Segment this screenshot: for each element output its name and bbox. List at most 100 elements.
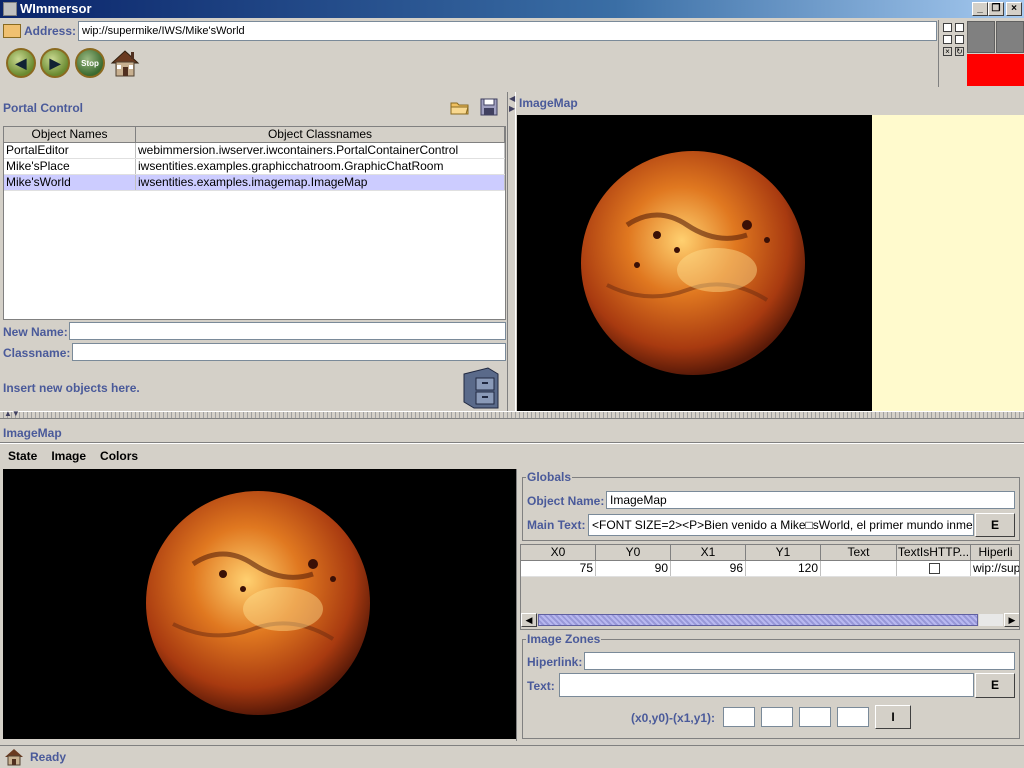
save-icon[interactable] xyxy=(480,98,498,116)
zone-is-http-cell[interactable] xyxy=(897,561,971,576)
layout-close-icon[interactable]: × xyxy=(943,47,952,56)
main-text-edit-button[interactable]: E xyxy=(975,513,1015,537)
column-header[interactable]: Text xyxy=(821,545,897,560)
menu-image[interactable]: Image xyxy=(45,446,94,466)
table-row[interactable]: PortalEditor webimmersion.iwserver.iwcon… xyxy=(4,143,505,159)
y0-input[interactable] xyxy=(761,707,793,727)
classname-label: Classname: xyxy=(3,346,71,360)
y1-input[interactable] xyxy=(837,707,869,727)
object-classname-cell[interactable]: iwsentities.examples.imagemap.ImageMap xyxy=(136,175,505,190)
column-header[interactable]: X1 xyxy=(671,545,746,560)
editor-menubar: State Image Colors xyxy=(2,446,146,466)
table-row-selected[interactable]: Mike'sWorld iwsentities.examples.imagema… xyxy=(4,175,505,191)
preview-area xyxy=(517,115,1024,411)
preview-title: ImageMap xyxy=(519,96,578,110)
column-header[interactable]: Object Names xyxy=(4,127,136,142)
image-zones-legend: Image Zones xyxy=(526,632,602,646)
object-name-cell[interactable]: Mike'sPlace xyxy=(4,159,136,174)
zone-text-label: Text: xyxy=(527,679,555,693)
classname-input[interactable] xyxy=(72,343,506,361)
scroll-right-icon[interactable]: ▶ xyxy=(1004,613,1019,627)
column-header[interactable]: Y1 xyxy=(746,545,821,560)
vertical-splitter[interactable]: ◀ ▶ xyxy=(507,92,516,412)
scroll-left-icon[interactable]: ◀ xyxy=(521,613,537,627)
open-folder-icon[interactable] xyxy=(450,99,470,115)
table-header: Object Names Object Classnames xyxy=(4,127,505,143)
home-icon[interactable] xyxy=(110,48,140,78)
main-text-label: Main Text: xyxy=(527,518,586,532)
layout-refresh-icon[interactable]: ↻ xyxy=(955,47,964,56)
scroll-track[interactable] xyxy=(979,614,1003,626)
status-text: Ready xyxy=(30,750,67,764)
table-row[interactable]: Mike'sPlace iwsentities.examples.graphic… xyxy=(4,159,505,175)
forward-icon: ▶ xyxy=(49,54,61,71)
hyperlink-label: Hiperlink: xyxy=(527,655,583,669)
title-bar: WImmersor _ ❐ × xyxy=(0,0,1024,18)
zone-text-cell[interactable] xyxy=(821,561,897,576)
zone-x0-cell[interactable]: 75 xyxy=(521,561,596,576)
layout-pane-1[interactable] xyxy=(967,21,995,53)
zones-table: X0 Y0 X1 Y1 Text TextIsHTTP... Hiperli 7… xyxy=(520,544,1020,630)
editor-divider xyxy=(516,469,519,741)
object-classname-cell[interactable]: webimmersion.iwserver.iwcontainers.Porta… xyxy=(136,143,505,158)
object-name-cell[interactable]: Mike'sWorld xyxy=(4,175,136,190)
hyperlink-input[interactable] xyxy=(584,652,1015,670)
x0-input[interactable] xyxy=(723,707,755,727)
zone-row[interactable]: 75 90 96 120 wip://sup xyxy=(521,561,1019,577)
layout-split-v-icon[interactable] xyxy=(955,23,964,32)
globals-legend: Globals xyxy=(526,470,573,484)
portal-objects-table: Object Names Object Classnames PortalEdi… xyxy=(3,126,506,320)
zone-hyperlink-cell[interactable]: wip://sup xyxy=(971,561,1019,576)
column-header[interactable]: X0 xyxy=(521,545,596,560)
zone-text-input[interactable] xyxy=(559,673,974,697)
app-icon xyxy=(3,2,17,16)
forward-button[interactable]: ▶ xyxy=(40,48,70,78)
zone-y1-cell[interactable]: 120 xyxy=(746,561,821,576)
stop-button[interactable]: Stop xyxy=(75,48,105,78)
new-name-input[interactable] xyxy=(69,322,506,340)
menu-state[interactable]: State xyxy=(2,446,45,466)
layout-grid-icon[interactable] xyxy=(955,35,964,44)
portal-title: Portal Control xyxy=(3,101,83,115)
address-input[interactable]: wip://supermike/IWS/Mike'sWorld xyxy=(78,21,937,41)
folder-icon xyxy=(3,24,21,38)
object-name-input[interactable]: ImageMap xyxy=(606,491,1015,509)
back-button[interactable]: ◀ xyxy=(6,48,36,78)
address-label: Address: xyxy=(24,24,77,38)
object-name-cell[interactable]: PortalEditor xyxy=(4,143,136,158)
column-header[interactable]: Object Classnames xyxy=(136,127,505,142)
layout-split-h-icon[interactable] xyxy=(943,23,952,32)
zones-table-header: X0 Y0 X1 Y1 Text TextIsHTTP... Hiperli xyxy=(521,545,1019,561)
zone-text-edit-button[interactable]: E xyxy=(975,673,1015,698)
horizontal-scroll-thumb[interactable] xyxy=(538,614,978,626)
insert-zone-button[interactable]: I xyxy=(875,705,911,729)
minimize-icon[interactable]: _ xyxy=(972,2,988,16)
column-header[interactable]: Hiperli xyxy=(971,545,1019,560)
new-name-label: New Name: xyxy=(3,325,68,339)
layout-pane-active[interactable] xyxy=(967,54,1024,86)
close-icon[interactable]: × xyxy=(1006,2,1022,16)
maximize-icon[interactable]: ❐ xyxy=(988,2,1004,16)
divider xyxy=(0,442,1024,444)
column-header[interactable]: TextIsHTTP... xyxy=(897,545,971,560)
zone-x1-cell[interactable]: 96 xyxy=(671,561,746,576)
status-home-icon xyxy=(4,748,24,766)
zone-y0-cell[interactable]: 90 xyxy=(596,561,671,576)
object-classname-cell[interactable]: iwsentities.examples.graphicchatroom.Gra… xyxy=(136,159,505,174)
editor-title: ImageMap xyxy=(3,426,62,440)
stop-icon: Stop xyxy=(81,58,99,68)
file-cabinet-icon[interactable] xyxy=(460,364,502,410)
is-http-checkbox[interactable] xyxy=(929,563,940,574)
x1-input[interactable] xyxy=(799,707,831,727)
editor-planet-image[interactable] xyxy=(3,469,516,739)
layout-pane-2[interactable] xyxy=(996,21,1024,53)
back-icon: ◀ xyxy=(15,54,27,71)
menu-colors[interactable]: Colors xyxy=(94,446,146,466)
layout-quad-icon[interactable] xyxy=(943,35,952,44)
main-text-input[interactable]: <FONT SIZE=2><P>Bien venido a Mike□sWorl… xyxy=(588,514,974,536)
planet-image[interactable] xyxy=(517,115,872,411)
column-header[interactable]: Y0 xyxy=(596,545,671,560)
status-bar: Ready xyxy=(0,745,1024,768)
horizontal-splitter[interactable]: ▲▼ xyxy=(0,409,1024,419)
object-name-label: Object Name: xyxy=(527,494,605,508)
